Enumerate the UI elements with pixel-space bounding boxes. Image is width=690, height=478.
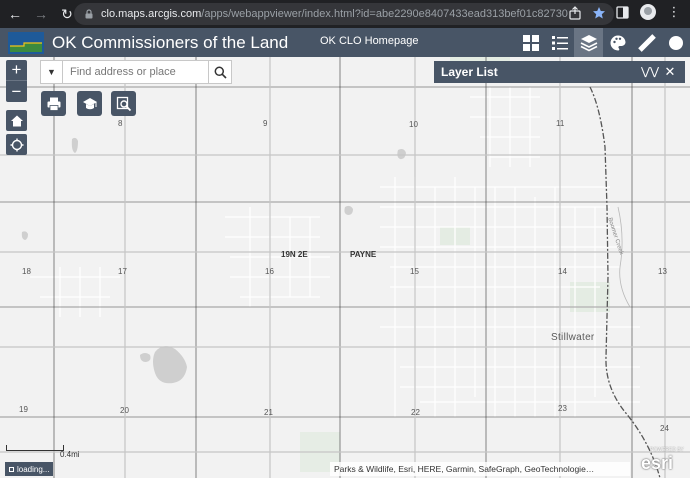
zoom-search-icon xyxy=(116,96,131,111)
my-location-button[interactable] xyxy=(6,134,27,155)
legend-button[interactable] xyxy=(545,28,574,57)
ruler-icon xyxy=(637,33,656,52)
section-label: 20 xyxy=(120,406,129,415)
home-icon xyxy=(10,115,23,126)
search-button[interactable] xyxy=(208,61,231,83)
layers-icon xyxy=(580,34,597,51)
draw-button[interactable] xyxy=(603,28,632,57)
close-icon[interactable]: ✕ xyxy=(663,64,677,80)
panel-title: Layer List xyxy=(441,65,498,79)
url-text: clo.maps.arcgis.com/apps/webappviewer/in… xyxy=(101,8,568,20)
section-label: 11 xyxy=(556,119,565,128)
search-icon xyxy=(214,66,227,79)
list-icon xyxy=(551,35,568,50)
ok-clo-logo xyxy=(8,31,44,54)
section-label: 19 xyxy=(19,405,28,414)
zoom-in-button[interactable]: + xyxy=(6,60,27,81)
query-button[interactable] xyxy=(111,91,136,116)
caret-down-icon: ▼ xyxy=(47,67,56,77)
zoom-control: + − xyxy=(6,60,27,102)
search-source-dropdown[interactable]: ▼ xyxy=(41,61,63,83)
search-input[interactable] xyxy=(63,61,208,83)
spinner-icon xyxy=(9,466,14,472)
section-label: 21 xyxy=(264,408,273,417)
education-button[interactable] xyxy=(77,91,102,116)
more-tools-button[interactable] xyxy=(661,28,690,57)
app-title: OK Commissioners of the Land xyxy=(52,32,289,52)
layer-list-button[interactable] xyxy=(574,28,603,57)
layer-list-panel: Layer List ⋁⋁ ✕ xyxy=(434,61,685,83)
section-label: 13 xyxy=(658,267,667,276)
crosshair-icon xyxy=(10,138,23,151)
section-label: 18 xyxy=(22,267,31,276)
section-label: 23 xyxy=(558,404,567,413)
section-label: 9 xyxy=(263,119,268,128)
section-label: 22 xyxy=(411,408,420,417)
printer-icon xyxy=(47,97,60,111)
measurement-button[interactable] xyxy=(632,28,661,57)
back-arrow-icon[interactable]: ← xyxy=(4,3,26,25)
county-label: PAYNE xyxy=(350,250,377,259)
section-label: 17 xyxy=(118,267,127,276)
app-header: OK Commissioners of the Land OK CLO Home… xyxy=(0,28,690,57)
browser-toolbar: ← → ↻ clo.maps.arcgis.com/apps/webappvie… xyxy=(0,0,690,28)
section-label: 15 xyxy=(410,267,419,276)
zoom-out-button[interactable]: − xyxy=(6,81,27,102)
esri-logo[interactable]: esri xyxy=(641,453,673,474)
lock-icon xyxy=(85,9,93,19)
more-icon xyxy=(668,35,683,50)
search-widget: ▼ xyxy=(40,60,232,84)
homepage-link[interactable]: OK CLO Homepage xyxy=(320,35,418,47)
profile-avatar[interactable] xyxy=(640,4,656,20)
graduation-cap-icon xyxy=(82,97,97,109)
city-label: Stillwater xyxy=(551,332,595,343)
map-view[interactable]: + − ▼ Layer List ⋁⋁ ✕ 8 9 10 11 18 17 16… xyxy=(0,57,690,478)
sidepanel-icon[interactable] xyxy=(614,4,630,20)
township-label: 19N 2E xyxy=(281,250,308,259)
bookmark-star-icon[interactable] xyxy=(592,6,606,20)
basemap-canvas xyxy=(0,57,690,478)
attribution-text[interactable]: Parks & Wildlife, Esri, HERE, Garmin, Sa… xyxy=(330,462,630,476)
scale-bar xyxy=(6,445,64,451)
share-icon[interactable] xyxy=(568,6,582,20)
section-label: 8 xyxy=(118,119,123,128)
palette-icon xyxy=(610,35,625,50)
home-button[interactable] xyxy=(6,110,27,131)
section-label: 14 xyxy=(558,267,567,276)
collapse-chevron-icon[interactable]: ⋁⋁ xyxy=(641,65,659,78)
section-label: 24 xyxy=(660,424,669,433)
print-button[interactable] xyxy=(41,91,66,116)
address-bar[interactable]: clo.maps.arcgis.com/apps/webappviewer/in… xyxy=(74,3,614,25)
grid-icon xyxy=(522,34,539,51)
basemap-gallery-button[interactable] xyxy=(516,28,545,57)
loading-indicator: loading... xyxy=(5,462,54,476)
section-label: 16 xyxy=(265,267,274,276)
section-label: 10 xyxy=(409,120,418,129)
scale-label: 0.4mi xyxy=(60,450,80,459)
browser-menu-icon[interactable]: ⋮ xyxy=(666,4,682,20)
forward-arrow-icon[interactable]: → xyxy=(30,3,52,25)
